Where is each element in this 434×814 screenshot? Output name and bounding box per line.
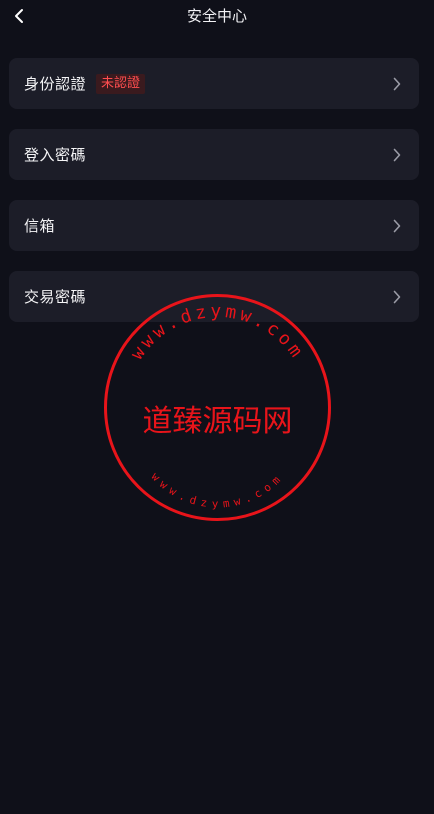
menu-item-identity-verification[interactable]: 身份認證 未認證 (9, 58, 419, 109)
chevron-right-icon (391, 218, 403, 234)
header-bar: 安全中心 (0, 0, 434, 34)
stamp-center-text: 道臻源码网 (143, 404, 293, 439)
menu-item-label: 登入密碼 (24, 146, 87, 164)
chevron-right-icon (391, 76, 403, 92)
status-badge: 未認證 (96, 73, 146, 94)
menu-item-trading-password[interactable]: 交易密碼 (9, 271, 419, 322)
menu-item-label: 信箱 (24, 217, 56, 235)
stamp-inner-text: www.dzymw.com (149, 470, 287, 510)
menu-item-email[interactable]: 信箱 (9, 200, 419, 251)
menu-item-label: 交易密碼 (24, 288, 87, 306)
chevron-right-icon (391, 289, 403, 305)
page-title: 安全中心 (186, 7, 247, 25)
menu-item-login-password[interactable]: 登入密碼 (9, 129, 419, 180)
menu-item-label: 身份認證 (24, 75, 87, 93)
chevron-right-icon (391, 147, 403, 163)
security-menu: 身份認證 未認證 登入密碼 信箱 交易密碼 (9, 58, 419, 342)
